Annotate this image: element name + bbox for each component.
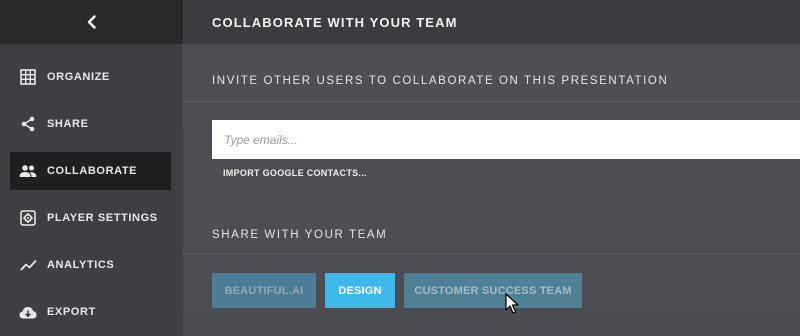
sidebar-item-label: SHARE [47, 118, 89, 130]
sidebar-nav: ORGANIZE SHARE COLLABORATE PLAYER SETTIN… [0, 44, 183, 331]
team-button-design[interactable]: DESIGN [325, 273, 395, 308]
sidebar-item-collaborate[interactable]: COLLABORATE [10, 152, 171, 190]
back-button[interactable] [77, 7, 107, 37]
trend-icon [19, 256, 37, 274]
sidebar-item-analytics[interactable]: ANALYTICS [10, 246, 171, 284]
page-title: COLLABORATE WITH YOUR TEAM [183, 0, 800, 44]
invite-heading: INVITE OTHER USERS TO COLLABORATE ON THI… [212, 75, 669, 87]
sidebar-item-player-settings[interactable]: PLAYER SETTINGS [10, 199, 171, 237]
main-panel: COLLABORATE WITH YOUR TEAM INVITE OTHER … [183, 0, 800, 336]
sidebar-item-label: ANALYTICS [47, 259, 115, 271]
divider [183, 253, 800, 254]
sidebar-item-label: EXPORT [47, 306, 96, 318]
grid-icon [19, 68, 37, 86]
cloud-download-icon [19, 303, 37, 321]
sidebar: ORGANIZE SHARE COLLABORATE PLAYER SETTIN… [0, 0, 183, 336]
sidebar-item-share[interactable]: SHARE [10, 105, 171, 143]
team-button-beautiful-ai[interactable]: BEAUTIFUL.AI [212, 273, 316, 308]
team-heading: SHARE WITH YOUR TEAM [212, 229, 388, 241]
divider [183, 101, 800, 102]
player-settings-icon [19, 209, 37, 227]
team-button-customer-success[interactable]: CUSTOMER SUCCESS TEAM [404, 273, 582, 308]
sidebar-item-organize[interactable]: ORGANIZE [10, 58, 171, 96]
share-icon [19, 115, 37, 133]
sidebar-item-label: ORGANIZE [47, 71, 110, 83]
sidebar-item-label: PLAYER SETTINGS [47, 212, 158, 224]
sidebar-item-label: COLLABORATE [47, 165, 138, 177]
sidebar-header [0, 0, 183, 44]
sidebar-item-export[interactable]: EXPORT [10, 293, 171, 331]
people-icon [19, 162, 37, 180]
email-input[interactable] [212, 120, 800, 159]
import-google-contacts-link[interactable]: IMPORT GOOGLE CONTACTS... [223, 168, 367, 178]
chevron-left-icon [87, 15, 96, 29]
